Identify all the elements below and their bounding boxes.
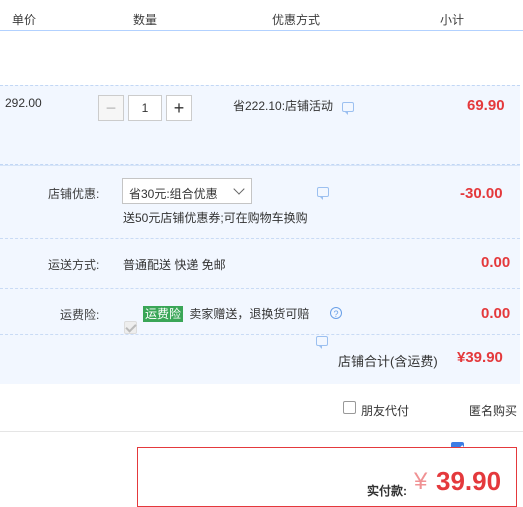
coupon-note: 送50元店铺优惠券;可在购物车换购 <box>123 211 308 225</box>
header-discount-method: 优惠方式 <box>272 13 321 27</box>
insurance-tag: 运费险 <box>143 306 184 322</box>
help-icon[interactable]: ? <box>330 307 342 319</box>
quantity-plus-button[interactable]: + <box>166 95 192 121</box>
shipping-method: 普通配送 快递 免邮 <box>123 258 226 272</box>
friend-pay-checkbox[interactable] <box>343 401 356 414</box>
shop-total-amount: ¥39.90 <box>457 349 503 366</box>
shop-total-label: 店铺合计(含运费) <box>338 354 438 369</box>
shop-discount-label: 店铺优惠: <box>48 187 100 201</box>
payment-currency: ¥ <box>414 468 428 495</box>
insurance-info: 运费险 卖家赠送，退换货可赔 <box>143 305 309 322</box>
shop-discount-select[interactable]: 省30元:组合优惠 <box>122 178 252 204</box>
chat-icon[interactable] <box>316 336 328 349</box>
insurance-label: 运费险: <box>60 308 100 322</box>
friend-pay-label[interactable]: 朋友代付 <box>361 402 409 419</box>
chat-icon[interactable] <box>342 102 355 115</box>
header-divider <box>205 4 206 26</box>
shipping-label: 运送方式: <box>48 258 100 272</box>
options-row <box>0 385 523 432</box>
header-unit-price: 单价 <box>12 13 37 27</box>
anonymous-label[interactable]: 匿名购买 <box>469 402 517 419</box>
header-divider <box>390 4 391 26</box>
insurance-amount: 0.00 <box>481 305 511 322</box>
divider <box>0 288 520 289</box>
item-unit-price: 292.00 <box>5 96 42 110</box>
table-header: 单价 数量 优惠方式 小计 <box>0 0 523 31</box>
quantity-input[interactable]: 1 <box>128 95 162 121</box>
header-divider <box>85 4 86 26</box>
shop-discount-amount: -30.00 <box>460 185 503 202</box>
payment-amount: 39.90 <box>436 466 502 496</box>
shop-discount-select-value: 省30元:组合优惠 <box>129 187 218 201</box>
shipping-amount: 0.00 <box>481 254 511 271</box>
payment-label: 实付款: <box>367 484 407 498</box>
item-discount-text: 省222.10:店铺活动 <box>233 99 334 113</box>
divider <box>0 238 520 239</box>
chevron-down-icon <box>233 183 245 195</box>
item-subtotal: 69.90 <box>467 97 505 114</box>
insurance-text: 卖家赠送，退换货可赔 <box>189 307 310 321</box>
chat-icon[interactable] <box>317 187 329 200</box>
divider <box>0 334 520 335</box>
header-subtotal: 小计 <box>440 13 465 27</box>
item-discount: 省222.10:店铺活动 <box>233 97 355 115</box>
insurance-checkbox[interactable] <box>124 321 137 334</box>
header-quantity: 数量 <box>133 13 158 27</box>
quantity-minus-button[interactable]: − <box>98 95 124 121</box>
